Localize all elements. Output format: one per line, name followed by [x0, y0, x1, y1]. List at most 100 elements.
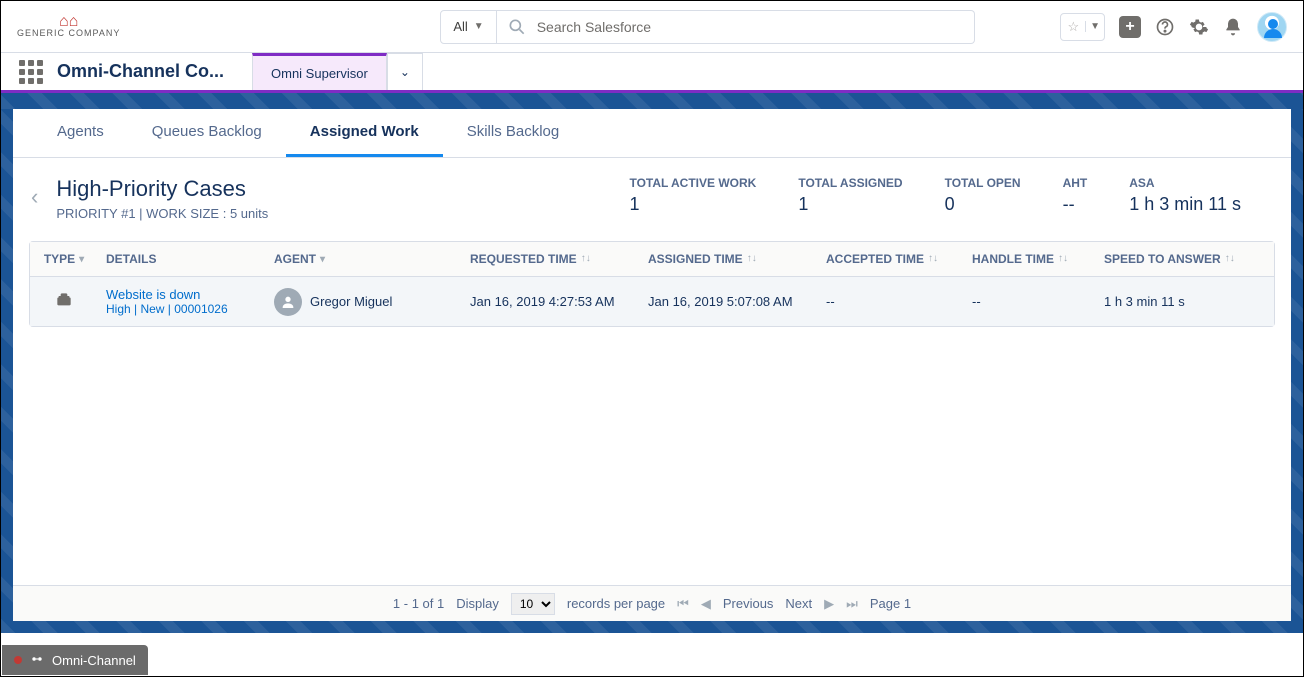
header-actions: ☆ ▼ + [1060, 12, 1287, 42]
global-header: ⌂⌂ GENERIC COMPANY All ▼ ☆ ▼ + [1, 1, 1303, 53]
company-logo: ⌂⌂ GENERIC COMPANY [17, 16, 120, 38]
user-avatar[interactable] [1257, 12, 1287, 42]
cell-type [30, 277, 98, 326]
cell-accepted-time: -- [818, 277, 964, 326]
stat-label: ASA [1129, 176, 1241, 190]
plus-icon: + [1125, 18, 1134, 36]
global-add-button[interactable]: + [1119, 16, 1141, 38]
subtab-assigned-work[interactable]: Assigned Work [286, 109, 443, 157]
subtab-agents[interactable]: Agents [33, 109, 128, 157]
pagination-page: Page 1 [870, 596, 911, 611]
col-header-details[interactable]: DETAILS [98, 242, 266, 276]
search-input[interactable] [537, 19, 964, 35]
help-icon[interactable] [1155, 17, 1175, 37]
caret-down-icon: ▼ [1085, 21, 1104, 32]
presence-status-dot-icon [14, 656, 22, 664]
col-header-handle-time[interactable]: HANDLE TIME ↑↓ [964, 242, 1096, 276]
tab-label: Omni Supervisor [271, 66, 368, 81]
table-row[interactable]: Website is down High | New | 00001026 Gr… [30, 277, 1274, 326]
first-page-icon[interactable]: ⏮ [677, 596, 689, 612]
caret-down-icon: ▼ [474, 21, 484, 32]
cell-requested-time: Jan 16, 2019 4:27:53 AM [462, 277, 640, 326]
subtab-queues-backlog[interactable]: Queues Backlog [128, 109, 286, 157]
queue-stats: TOTAL ACTIVE WORK 1 TOTAL ASSIGNED 1 TOT… [629, 176, 1281, 215]
stat-value: 1 [798, 194, 902, 215]
cell-details: Website is down High | New | 00001026 [98, 277, 266, 326]
stat-aht: AHT -- [1063, 176, 1088, 215]
stat-label: TOTAL ACTIVE WORK [629, 176, 756, 190]
header-label: ASSIGNED TIME [648, 252, 743, 266]
star-icon: ☆ [1061, 19, 1085, 35]
cell-handle-time: -- [964, 277, 1096, 326]
header-label: DETAILS [106, 252, 156, 266]
case-briefcase-icon [56, 292, 72, 311]
subtab-skills-backlog[interactable]: Skills Backlog [443, 109, 584, 157]
queue-header: ‹ High-Priority Cases PRIORITY #1 | WORK… [13, 158, 1291, 241]
queue-subtitle: PRIORITY #1 | WORK SIZE : 5 units [56, 206, 268, 221]
back-chevron-icon[interactable]: ‹ [23, 176, 56, 210]
favorites-button[interactable]: ☆ ▼ [1060, 13, 1105, 41]
stat-label: TOTAL OPEN [945, 176, 1021, 190]
sort-icon: ↑↓ [747, 256, 757, 262]
cell-speed-to-answer: 1 h 3 min 11 s [1096, 277, 1274, 326]
sort-icon: ↑↓ [1225, 256, 1235, 262]
main-panel: Agents Queues Backlog Assigned Work Skil… [13, 109, 1291, 621]
utility-label: Omni-Channel [52, 653, 136, 668]
header-label: HANDLE TIME [972, 252, 1054, 266]
stat-asa: ASA 1 h 3 min 11 s [1129, 176, 1241, 215]
app-navigation-bar: Omni-Channel Co... Omni Supervisor ⌄ [1, 53, 1303, 93]
sort-icon: ↑↓ [928, 256, 938, 262]
utility-bar-omni-channel[interactable]: Omni-Channel [2, 645, 148, 675]
app-launcher-icon[interactable] [19, 60, 43, 84]
prev-page-icon[interactable]: ◀ [701, 596, 711, 612]
page-size-select[interactable]: 10 [511, 593, 555, 615]
tab-overflow-dropdown[interactable]: ⌄ [387, 53, 423, 90]
brand-band [1, 93, 1303, 109]
header-label: AGENT [274, 252, 316, 266]
stat-value: 0 [945, 194, 1021, 215]
global-search: All ▼ [440, 10, 974, 44]
agent-avatar-icon [274, 288, 302, 316]
col-header-assigned-time[interactable]: ASSIGNED TIME ↑↓ [640, 242, 818, 276]
app-title: Omni-Channel Co... [57, 61, 224, 82]
col-header-requested-time[interactable]: REQUESTED TIME ↑↓ [462, 242, 640, 276]
workspace-tabs: Omni Supervisor ⌄ [252, 53, 423, 90]
cell-agent: Gregor Miguel [266, 277, 462, 326]
stat-total-assigned: TOTAL ASSIGNED 1 [798, 176, 902, 215]
search-icon [507, 17, 527, 37]
stat-value: -- [1063, 194, 1088, 215]
cell-assigned-time: Jan 16, 2019 5:07:08 AM [640, 277, 818, 326]
sort-icon: ↑↓ [581, 256, 591, 262]
header-label: REQUESTED TIME [470, 252, 577, 266]
header-label: TYPE [44, 252, 75, 266]
col-header-speed-to-answer[interactable]: SPEED TO ANSWER↑↓ [1096, 242, 1274, 276]
previous-link[interactable]: Previous [723, 596, 774, 611]
notifications-bell-icon[interactable] [1223, 17, 1243, 37]
case-details-sub[interactable]: High | New | 00001026 [106, 302, 228, 316]
last-page-icon[interactable]: ⏭ [846, 596, 858, 612]
content-wrapper: Agents Queues Backlog Assigned Work Skil… [1, 109, 1303, 633]
chevron-down-icon: ⌄ [400, 65, 410, 79]
col-header-agent[interactable]: AGENT ▾ [266, 242, 462, 276]
setup-gear-icon[interactable] [1189, 17, 1209, 37]
pagination-rpp-label: records per page [567, 596, 665, 611]
search-scope-dropdown[interactable]: All ▼ [440, 10, 496, 44]
sort-icon: ↑↓ [1058, 256, 1068, 262]
filter-caret-icon: ▾ [79, 254, 84, 265]
stat-value: 1 h 3 min 11 s [1129, 194, 1241, 215]
table-header-row: TYPE ▾ DETAILS AGENT ▾ REQUESTED TIME ↑↓ AS… [30, 242, 1274, 277]
col-header-accepted-time[interactable]: ACCEPTED TIME↑↓ [818, 242, 964, 276]
search-box [497, 10, 975, 44]
case-subject-link[interactable]: Website is down [106, 287, 200, 302]
next-page-icon[interactable]: ▶ [824, 596, 834, 612]
col-header-type[interactable]: TYPE ▾ [30, 242, 98, 276]
pagination-range: 1 - 1 of 1 [393, 596, 444, 611]
assigned-work-table: TYPE ▾ DETAILS AGENT ▾ REQUESTED TIME ↑↓ AS… [29, 241, 1275, 327]
filter-caret-icon: ▾ [320, 254, 325, 265]
omni-channel-icon [30, 652, 44, 669]
next-link[interactable]: Next [785, 596, 812, 611]
stat-total-open: TOTAL OPEN 0 [945, 176, 1021, 215]
stat-label: AHT [1063, 176, 1088, 190]
logo-text: GENERIC COMPANY [17, 28, 120, 38]
tab-omni-supervisor[interactable]: Omni Supervisor [252, 53, 387, 90]
